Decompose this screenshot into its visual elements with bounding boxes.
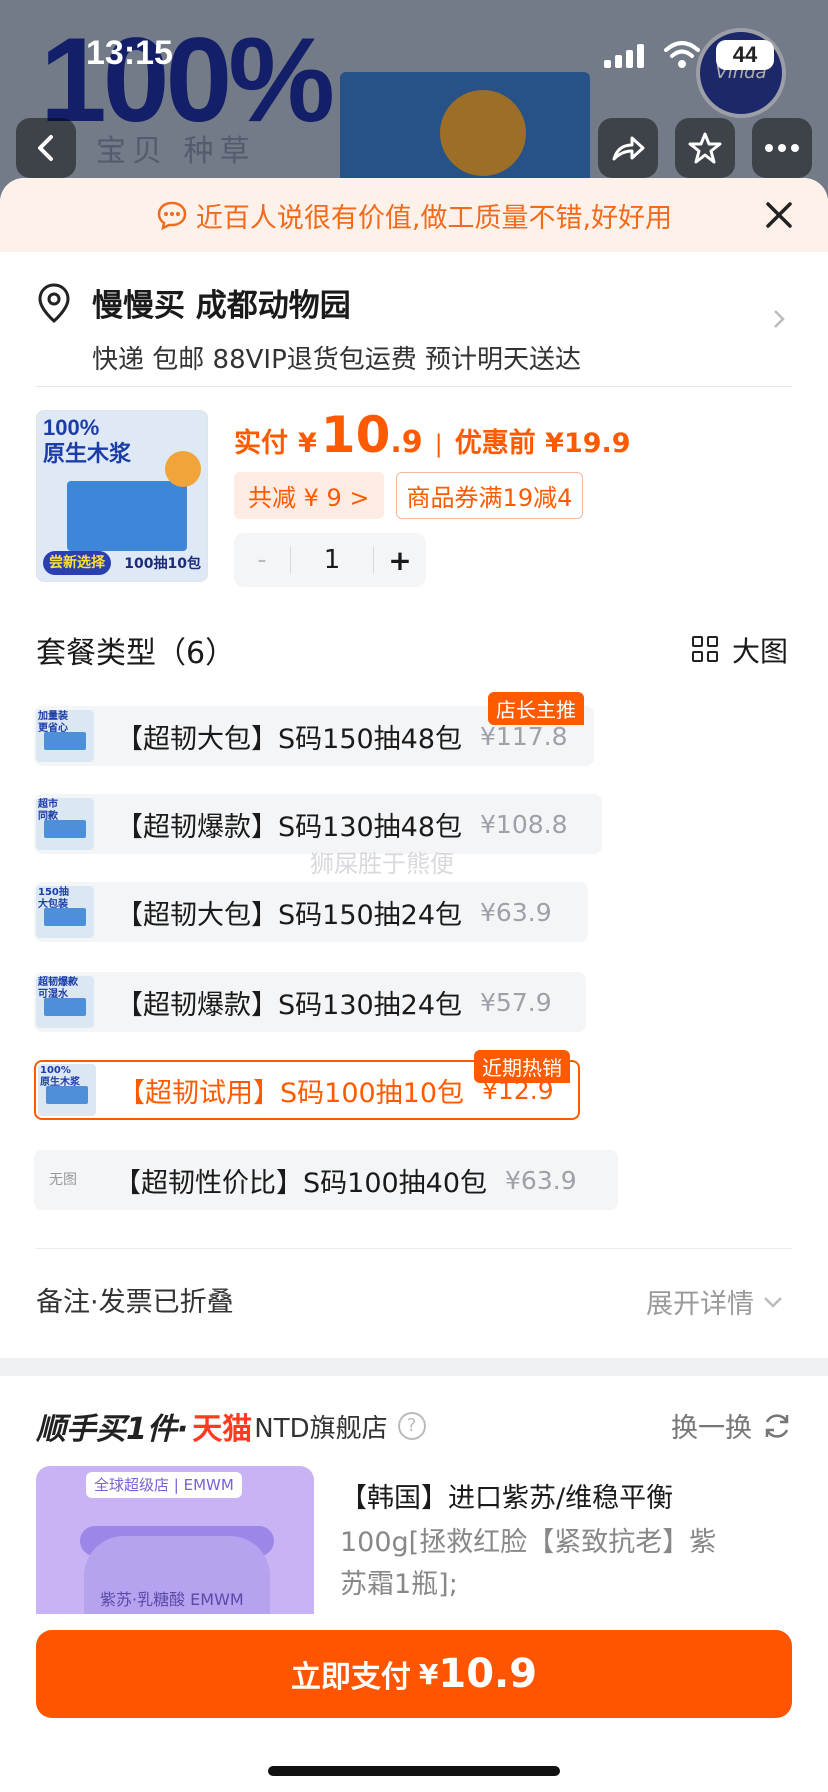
quantity-stepper: - 1 +	[234, 533, 426, 587]
watermark-text: 狮屎胜于熊便	[310, 850, 454, 878]
expand-details-label: 展开详情	[646, 1289, 754, 1320]
delivery-info: 快递 包邮 88VIP退货包运费 预计明天送达	[92, 345, 582, 375]
package-label: 【超韧爆款】S码130抽24包	[116, 989, 463, 1021]
package-label: 【超韧试用】S码100抽10包	[118, 1077, 465, 1109]
package-price: ¥108.8	[480, 809, 568, 839]
swap-label: 换一换	[671, 1413, 752, 1444]
pay-bar: 立即支付 ¥ 10.9	[0, 1614, 828, 1792]
price-label: 实付	[234, 428, 288, 459]
price-decimal: .9	[390, 425, 423, 460]
review-tip-bar: 近百人说很有价值,做工质量不错,好好用	[0, 178, 828, 252]
price-line: 实付 ¥ 10 .9 | 优惠前 ¥19.9	[234, 410, 631, 460]
refresh-icon	[765, 1413, 789, 1438]
recommend-header: 顺手买1件· 天猫 NTD旗舰店 ?	[36, 1404, 426, 1448]
checkout-sheet: 近百人说很有价值,做工质量不错,好好用 慢慢买 成都动物园 快递 包邮 88VI…	[0, 178, 828, 1792]
big-picture-toggle[interactable]: 大图	[691, 630, 788, 670]
jar-text: 紫苏·乳糖酸 EMWM	[100, 1590, 244, 1609]
recommend-image-header: 全球超级店 | EMWM	[86, 1472, 242, 1498]
battery-indicator: 44	[716, 40, 774, 70]
package-type-title: 套餐类型（6）	[36, 636, 236, 671]
quantity-value[interactable]: 1	[290, 547, 374, 573]
package-label: 【超韧大包】S码150抽24包	[116, 899, 463, 931]
price-integer: 10	[320, 406, 391, 464]
product-box-graphic	[67, 481, 187, 551]
share-button[interactable]	[598, 118, 658, 178]
section-gap	[0, 1358, 828, 1376]
price-currency: ¥	[298, 428, 317, 459]
decrease-button[interactable]: -	[234, 545, 290, 575]
original-price: 优惠前 ¥19.9	[454, 428, 631, 459]
package-price: ¥57.9	[480, 987, 552, 1017]
package-label: 【超韧性价比】S码100抽40包	[114, 1167, 488, 1199]
product-image[interactable]: 100% 原生木浆 尝新选择 100抽10包	[36, 410, 208, 582]
pay-now-button[interactable]: 立即支付 ¥ 10.9	[36, 1630, 792, 1718]
increase-button[interactable]: +	[374, 544, 426, 577]
swap-button[interactable]: 换一换	[671, 1406, 792, 1445]
package-price: ¥63.9	[505, 1165, 577, 1195]
recommend-title[interactable]: 【韩国】进口紫苏/维稳平衡	[340, 1478, 740, 1520]
chevron-left-icon	[38, 135, 53, 161]
big-picture-label: 大图	[731, 635, 788, 668]
package-label: 【超韧爆款】S码130抽48包	[116, 811, 463, 843]
more-dots-icon	[765, 144, 799, 152]
pay-currency: ¥	[418, 1657, 439, 1691]
chat-bubble-icon	[157, 201, 187, 230]
shop-name[interactable]: NTD旗舰店	[254, 1408, 387, 1445]
address-name: 慢慢买 成都动物园	[92, 288, 351, 324]
back-button[interactable]	[16, 118, 76, 178]
share-icon	[612, 136, 645, 161]
pay-amount: 10.9	[438, 1651, 538, 1697]
wifi-icon	[664, 41, 700, 68]
product-image-badge: 尝新选择	[43, 551, 111, 575]
package-thumb-placeholder: 无图	[49, 1172, 77, 1188]
close-icon[interactable]	[760, 196, 798, 234]
package-price: ¥117.8	[480, 721, 568, 751]
divider	[36, 386, 792, 387]
package-thumb: 150抽 大包装	[36, 886, 94, 938]
package-thumb: 100% 原生木浆	[38, 1064, 96, 1116]
favorite-button[interactable]	[675, 118, 735, 178]
package-option[interactable]: 150抽 大包装 【超韧大包】S码150抽24包 ¥63.9	[34, 882, 588, 942]
package-thumb: 超市 同款	[36, 798, 94, 850]
discount-tags: 共减 ¥ 9 > 商品券满19减4	[234, 472, 631, 519]
coupon-tag: 商品券满19减4	[395, 472, 584, 519]
more-button[interactable]	[752, 118, 812, 178]
location-pin-icon	[38, 283, 70, 323]
pay-now-label: 立即支付	[290, 1660, 411, 1695]
cellular-signal-icon	[604, 44, 648, 68]
product-flower-graphic	[165, 451, 201, 487]
product-image-text: 100% 原生木浆	[43, 415, 132, 466]
price-box: 实付 ¥ 10 .9 | 优惠前 ¥19.9 共减 ¥ 9 > 商品券满19减4…	[234, 410, 631, 587]
package-option[interactable]: 超韧爆款 可湿水 【超韧爆款】S码130抽24包 ¥57.9	[34, 972, 586, 1032]
star-icon	[688, 132, 722, 164]
chevron-right-icon	[774, 310, 785, 328]
home-indicator[interactable]	[268, 1766, 560, 1776]
expand-details-button[interactable]: 展开详情	[646, 1282, 784, 1321]
status-time: 13:15	[86, 34, 173, 72]
discount-tag[interactable]: 共减 ¥ 9 >	[234, 472, 384, 519]
grid-view-icon	[691, 636, 720, 664]
help-icon[interactable]: ?	[397, 1412, 426, 1440]
package-option[interactable]: 无图 【超韧性价比】S码100抽40包 ¥63.9	[34, 1150, 618, 1210]
review-tip-text: 近百人说很有价值,做工质量不错,好好用	[195, 202, 673, 234]
divider	[36, 1248, 792, 1249]
package-label: 【超韧大包】S码150抽48包	[116, 723, 463, 755]
package-badge: 店长主推	[488, 692, 584, 725]
package-thumb: 加量装 更省心	[36, 710, 94, 762]
recommend-prefix: 顺手买1件·	[36, 1412, 189, 1447]
recommend-description: 100g[拯救红脸【紧致抗老】紫苏霜1瓶];	[340, 1527, 717, 1600]
price-separator: |	[434, 430, 443, 458]
package-thumb: 超韧爆款 可湿水	[36, 976, 94, 1028]
product-image-count: 100抽10包	[124, 556, 201, 572]
package-price: ¥63.9	[480, 897, 552, 927]
notes-invoice-label: 备注·发票已折叠	[36, 1287, 234, 1318]
tmall-label: 天猫	[192, 1412, 253, 1447]
package-badge: 近期热销	[474, 1050, 570, 1083]
chevron-down-icon	[764, 1296, 782, 1308]
